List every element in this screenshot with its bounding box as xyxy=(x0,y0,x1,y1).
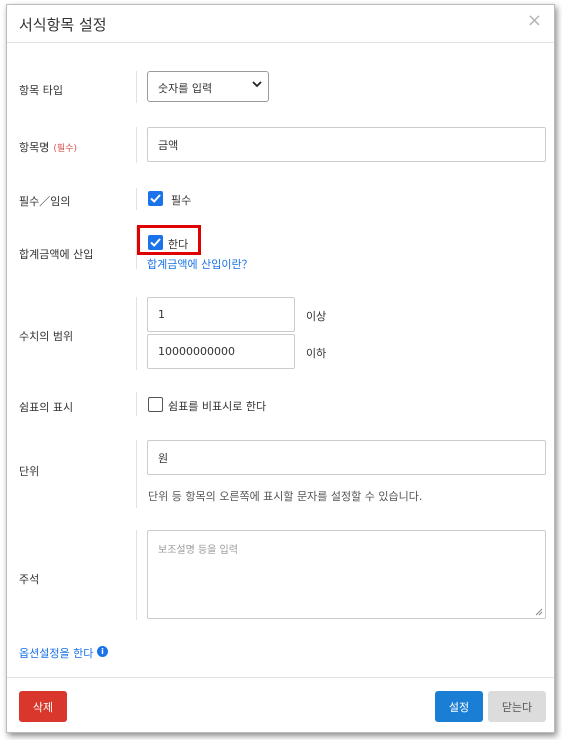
set-button[interactable]: 설정 xyxy=(435,691,483,722)
dialog-header: 서식항목 설정 × xyxy=(7,5,554,43)
divider xyxy=(136,297,137,370)
range-min-value: 1 xyxy=(158,308,165,321)
divider xyxy=(136,440,137,508)
divider xyxy=(136,71,137,103)
unit-hint: 단위 등 항목의 오른쪽에 표시할 문자를 설정할 수 있습니다. xyxy=(148,490,423,503)
divider xyxy=(136,392,137,416)
dialog-title: 서식항목 설정 xyxy=(19,16,107,34)
range-label: 수치의 범위 xyxy=(19,330,74,343)
note-textarea[interactable]: 보조설명 등을 입력 xyxy=(147,530,546,619)
range-max-input[interactable]: 10000000000 xyxy=(147,334,295,369)
name-label: 항목명 (필수) xyxy=(19,139,77,155)
range-min-suffix: 이상 xyxy=(306,310,327,323)
resize-handle-icon[interactable] xyxy=(535,608,543,616)
range-min-input[interactable]: 1 xyxy=(147,297,295,332)
range-max-suffix: 이하 xyxy=(306,347,327,360)
unit-label: 단위 xyxy=(19,465,40,478)
close-button[interactable]: 닫는다 xyxy=(488,691,546,722)
type-select[interactable]: 숫자를 입력 xyxy=(147,71,269,102)
unit-input-value: 원 xyxy=(158,451,169,465)
dialog-footer: 삭제 설정 닫는다 xyxy=(7,677,554,733)
comma-label: 쉼표의 표시 xyxy=(19,401,74,414)
required-mark: (필수) xyxy=(53,144,77,154)
divider xyxy=(136,188,137,210)
type-label: 항목 타입 xyxy=(19,84,63,97)
check-icon xyxy=(150,194,161,203)
chevron-down-icon xyxy=(252,81,262,88)
name-input-value: 금액 xyxy=(158,138,179,152)
delete-button[interactable]: 삭제 xyxy=(19,691,67,722)
comma-checkbox[interactable] xyxy=(148,397,163,412)
range-max-value: 10000000000 xyxy=(158,345,235,358)
required-checkbox[interactable] xyxy=(148,191,163,206)
required-checkbox-label: 필수 xyxy=(171,194,192,207)
type-select-value: 숫자를 입력 xyxy=(158,82,213,95)
info-icon[interactable]: i xyxy=(97,646,108,657)
close-icon[interactable]: × xyxy=(527,10,542,31)
comma-checkbox-label: 쉼표를 비표시로 한다 xyxy=(168,400,267,413)
required-label: 필수／임의 xyxy=(19,195,71,208)
divider xyxy=(136,127,137,163)
note-placeholder: 보조설명 등을 입력 xyxy=(158,545,238,556)
name-label-text: 항목명 xyxy=(19,141,50,154)
total-help-link[interactable]: 합계금액에 산입이란？ xyxy=(147,256,253,272)
unit-input[interactable]: 원 xyxy=(147,440,546,475)
highlight-box xyxy=(137,225,201,255)
total-label: 합계금액에 산입 xyxy=(19,248,94,261)
settings-dialog: 서식항목 설정 × 항목 타입 숫자를 입력 항목명 (필수) 금액 필수／임의 … xyxy=(6,4,555,733)
divider xyxy=(136,530,137,620)
options-link[interactable]: 옵션설정을 한다 xyxy=(19,645,93,661)
note-label: 주석 xyxy=(19,573,40,586)
name-input[interactable]: 금액 xyxy=(147,127,546,162)
